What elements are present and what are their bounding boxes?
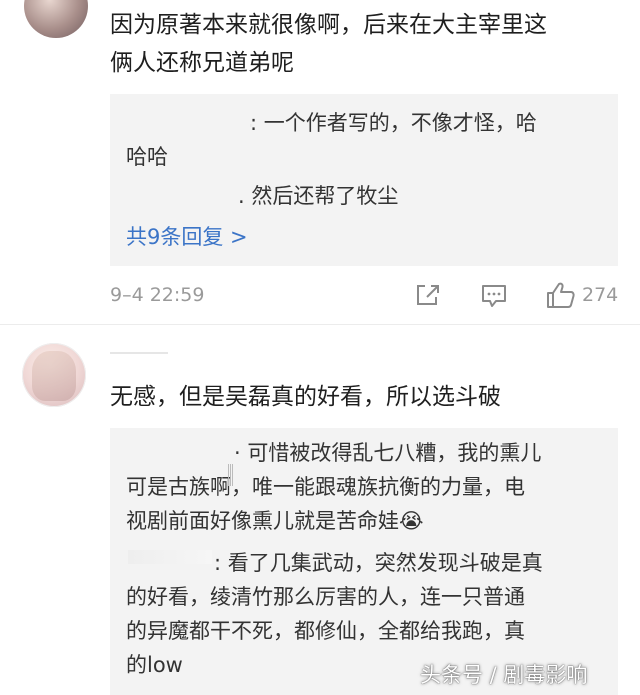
comment-timestamp: 9–4 22:59 <box>110 284 205 306</box>
reply-text-line: 视剧前面好像熏儿就是苦命娃😭 <box>126 509 424 533</box>
comment-icon[interactable] <box>480 283 508 309</box>
comment-text-line: 因为原著本来就很像啊，后来在大主宰里这 <box>110 12 547 38</box>
reply-text-line: : 一个作者写的，不像才怪，哈 <box>250 111 537 135</box>
comment-text-line: 俩人还称兄道弟呢 <box>110 50 294 76</box>
reply-text-line: 可是古族啊，唯一能跟魂族抗衡的力量，电 <box>126 475 525 499</box>
reply-text-line: . 然后还帮了牧尘 <box>238 184 399 208</box>
reply-preview-box[interactable]: · 可惜被改得乱七八糟，我的熏儿 可是古族啊，唯一能跟魂族抗衡的力量，电 视剧前… <box>110 428 618 695</box>
reply-author-name[interactable] <box>228 464 233 486</box>
reply-text-line: : 看了几集武动，突然发现斗破是真 <box>214 551 543 575</box>
comment-divider <box>0 324 640 325</box>
reply-text-line: 哈哈 <box>126 145 168 169</box>
thumbs-up-icon[interactable] <box>546 281 576 309</box>
view-more-replies-link[interactable]: 共9条回复 > <box>126 221 248 251</box>
comment-text: 无感，但是吴磊真的好看，所以选斗破 <box>110 384 501 410</box>
reply-text-line: 的异魔都干不死，都修仙，全都给我跑，真 <box>126 619 525 643</box>
watermark: 头条号 / 剧毒影响 <box>420 663 588 687</box>
commenter-avatar[interactable] <box>22 343 86 407</box>
share-edit-icon[interactable] <box>414 282 442 308</box>
reply-text-line: 的low <box>126 653 183 677</box>
reply-text-line: 的好看，绫清竹那么厉害的人，连一只普通 <box>126 585 525 609</box>
like-count: 274 <box>582 284 619 306</box>
reply-text-line: · 可惜被改得乱七八糟，我的熏儿 <box>234 441 542 465</box>
commenter-avatar[interactable] <box>24 0 88 38</box>
reply-preview-box[interactable]: : 一个作者写的，不像才怪，哈 哈哈 . 然后还帮了牧尘 共9条回复 > <box>110 94 618 266</box>
commenter-name[interactable] <box>110 352 168 354</box>
reply-author-name[interactable] <box>128 550 212 564</box>
